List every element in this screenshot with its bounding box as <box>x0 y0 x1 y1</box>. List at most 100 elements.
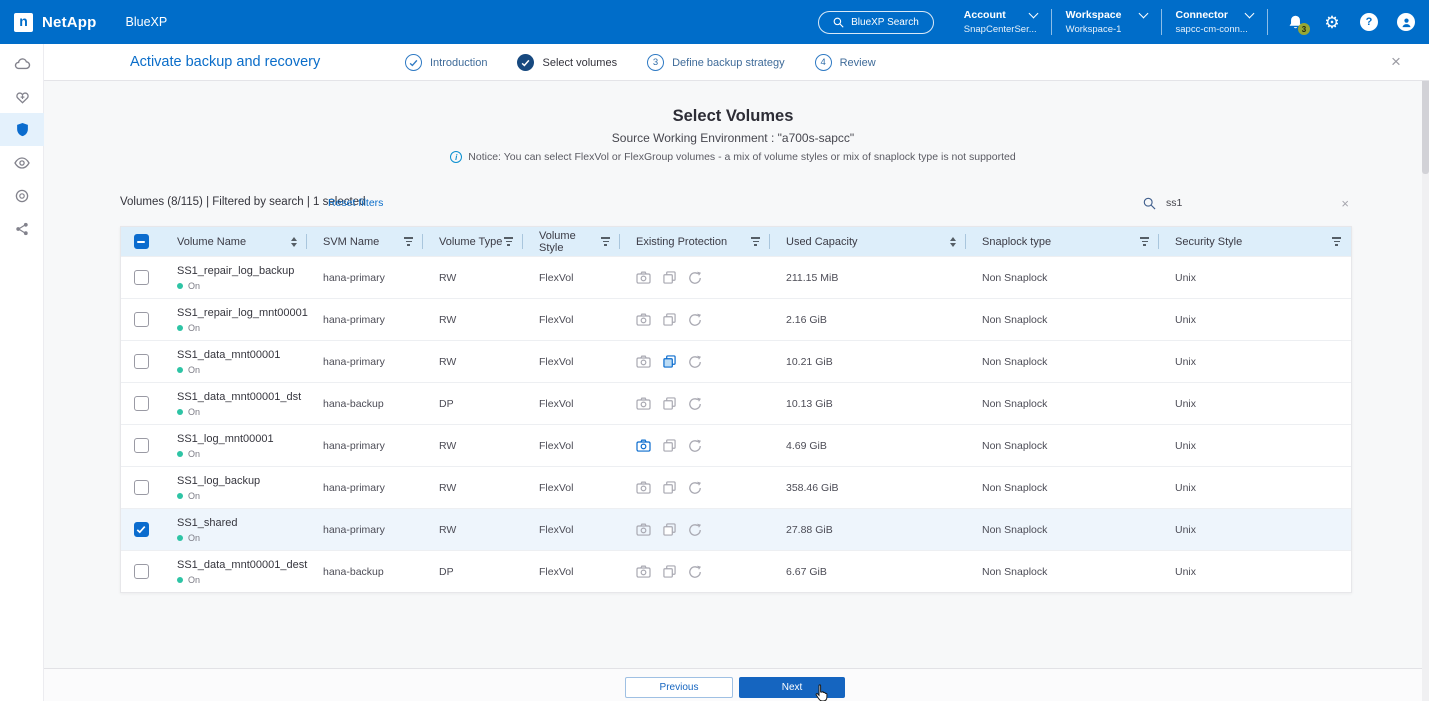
sidebar-item-mobility[interactable] <box>0 179 44 212</box>
select-all-checkbox[interactable] <box>134 234 149 249</box>
notice-row: i Notice: You can select FlexVol or Flex… <box>44 151 1422 163</box>
brand: n NetApp BlueXP <box>14 13 167 32</box>
info-icon: i <box>450 151 462 163</box>
protection-shield-icon <box>16 122 29 137</box>
workspace-menu-value: Workspace-1 <box>1066 24 1147 35</box>
step-define-backup-strategy[interactable]: 3 Define backup strategy <box>647 54 785 71</box>
volume-style-cell: FlexVol <box>523 440 620 452</box>
close-icon[interactable]: × <box>1387 53 1405 71</box>
search-icon <box>833 17 844 28</box>
existing-protection-cell <box>620 439 770 453</box>
used-capacity-cell: 4.69 GiB <box>770 440 966 452</box>
column-header-security-style[interactable]: Security Style <box>1159 227 1351 256</box>
column-header-used-capacity[interactable]: Used Capacity <box>770 227 966 256</box>
sidebar-item-governance[interactable] <box>0 146 44 179</box>
step-label: Define backup strategy <box>672 57 785 69</box>
search-input[interactable] <box>1166 197 1326 209</box>
row-checkbox[interactable] <box>134 480 149 495</box>
sort-icon[interactable] <box>291 237 297 247</box>
filter-icon[interactable] <box>1332 237 1341 245</box>
column-header-volume-type[interactable]: Volume Type <box>423 227 523 256</box>
volume-name: SS1_repair_log_mnt00001 <box>177 307 291 319</box>
table-row[interactable]: SS1_log_mnt00001 On hana-primary RW Flex… <box>121 424 1351 466</box>
column-header-volume-style[interactable]: Volume Style <box>523 227 620 256</box>
step-number: 3 <box>647 54 664 71</box>
reset-filters-link[interactable]: Reset filters <box>328 197 383 209</box>
left-sidebar <box>0 44 44 701</box>
scrollbar-track[interactable] <box>1422 44 1429 701</box>
column-header-volume-name[interactable]: Volume Name <box>161 227 307 256</box>
backup-icon <box>663 523 676 536</box>
sidebar-item-storage[interactable] <box>0 47 44 80</box>
table-row[interactable]: SS1_repair_log_mnt00001 On hana-primary … <box>121 298 1351 340</box>
row-checkbox[interactable] <box>134 522 149 537</box>
row-checkbox[interactable] <box>134 312 149 327</box>
divider <box>1267 9 1268 35</box>
filter-icon[interactable] <box>1140 237 1149 245</box>
filter-icon[interactable] <box>504 237 513 245</box>
snaplock-type-cell: Non Snaplock <box>966 524 1159 536</box>
notifications-bell-icon[interactable]: 3 <box>1284 11 1306 33</box>
workspace-menu[interactable]: Workspace Workspace-1 <box>1052 9 1161 35</box>
user-account-icon[interactable] <box>1395 11 1417 33</box>
security-style-cell: Unix <box>1159 272 1351 284</box>
volume-name: SS1_data_mnt00001_dst <box>177 391 291 403</box>
volume-status: On <box>188 491 200 501</box>
snapshot-policy-icon <box>636 397 651 410</box>
bluexp-search-button[interactable]: BlueXP Search <box>818 11 934 34</box>
governance-eye-icon <box>14 157 30 169</box>
table-row[interactable]: SS1_data_mnt00001_dst On hana-backup DP … <box>121 382 1351 424</box>
filter-icon[interactable] <box>751 237 760 245</box>
connector-menu[interactable]: Connector sapcc-cm-conn... <box>1162 9 1268 35</box>
workspace-menu-label: Workspace <box>1066 9 1122 21</box>
filter-icon[interactable] <box>404 237 413 245</box>
backup-icon <box>663 313 676 326</box>
row-checkbox[interactable] <box>134 270 149 285</box>
column-header-existing-protection[interactable]: Existing Protection <box>620 227 770 256</box>
snapshot-policy-icon <box>636 523 651 536</box>
wizard-header-bar: Activate backup and recovery Introductio… <box>44 44 1429 81</box>
previous-button[interactable]: Previous <box>625 677 733 698</box>
settings-gear-icon[interactable]: ⚙ <box>1321 11 1343 33</box>
sidebar-item-health[interactable] <box>0 80 44 113</box>
volume-status: On <box>188 407 200 417</box>
backup-icon <box>663 397 676 410</box>
replication-icon <box>688 565 702 579</box>
step-introduction[interactable]: Introduction <box>405 54 487 71</box>
step-current-check-icon <box>517 54 534 71</box>
help-icon[interactable]: ? <box>1358 11 1380 33</box>
table-row[interactable]: SS1_repair_log_backup On hana-primary RW… <box>121 256 1351 298</box>
row-checkbox[interactable] <box>134 396 149 411</box>
table-row[interactable]: SS1_data_mnt00001 On hana-primary RW Fle… <box>121 340 1351 382</box>
row-checkbox[interactable] <box>134 354 149 369</box>
used-capacity-cell: 6.67 GiB <box>770 566 966 578</box>
replication-icon <box>688 439 702 453</box>
row-checkbox[interactable] <box>134 438 149 453</box>
row-checkbox[interactable] <box>134 564 149 579</box>
sort-icon[interactable] <box>950 237 956 247</box>
security-style-cell: Unix <box>1159 356 1351 368</box>
column-header-svm-name[interactable]: SVM Name <box>307 227 423 256</box>
search-icon <box>1143 197 1156 210</box>
step-review[interactable]: 4 Review <box>815 54 876 71</box>
step-select-volumes[interactable]: Select volumes <box>517 54 617 71</box>
health-heart-icon <box>15 90 30 104</box>
table-row[interactable]: SS1_log_backup On hana-primary RW FlexVo… <box>121 466 1351 508</box>
snaplock-type-cell: Non Snaplock <box>966 566 1159 578</box>
volume-style-cell: FlexVol <box>523 398 620 410</box>
account-menu[interactable]: Account SnapCenterSer... <box>950 9 1051 35</box>
sidebar-item-extend[interactable] <box>0 212 44 245</box>
clear-search-icon[interactable]: × <box>1341 196 1349 211</box>
volume-searchbox: × <box>1135 190 1357 216</box>
status-dot <box>177 367 183 373</box>
column-header-snaplock-type[interactable]: Snaplock type <box>966 227 1159 256</box>
filter-icon[interactable] <box>601 237 610 245</box>
volume-style-cell: FlexVol <box>523 272 620 284</box>
next-button[interactable]: Next <box>739 677 845 698</box>
step-done-check-icon <box>405 54 422 71</box>
used-capacity-cell: 358.46 GiB <box>770 482 966 494</box>
sidebar-item-protection[interactable] <box>0 113 44 146</box>
table-row[interactable]: SS1_shared On hana-primary RW FlexVol 27… <box>121 508 1351 550</box>
table-row[interactable]: SS1_data_mnt00001_dest On hana-backup DP… <box>121 550 1351 592</box>
snaplock-type-cell: Non Snaplock <box>966 272 1159 284</box>
